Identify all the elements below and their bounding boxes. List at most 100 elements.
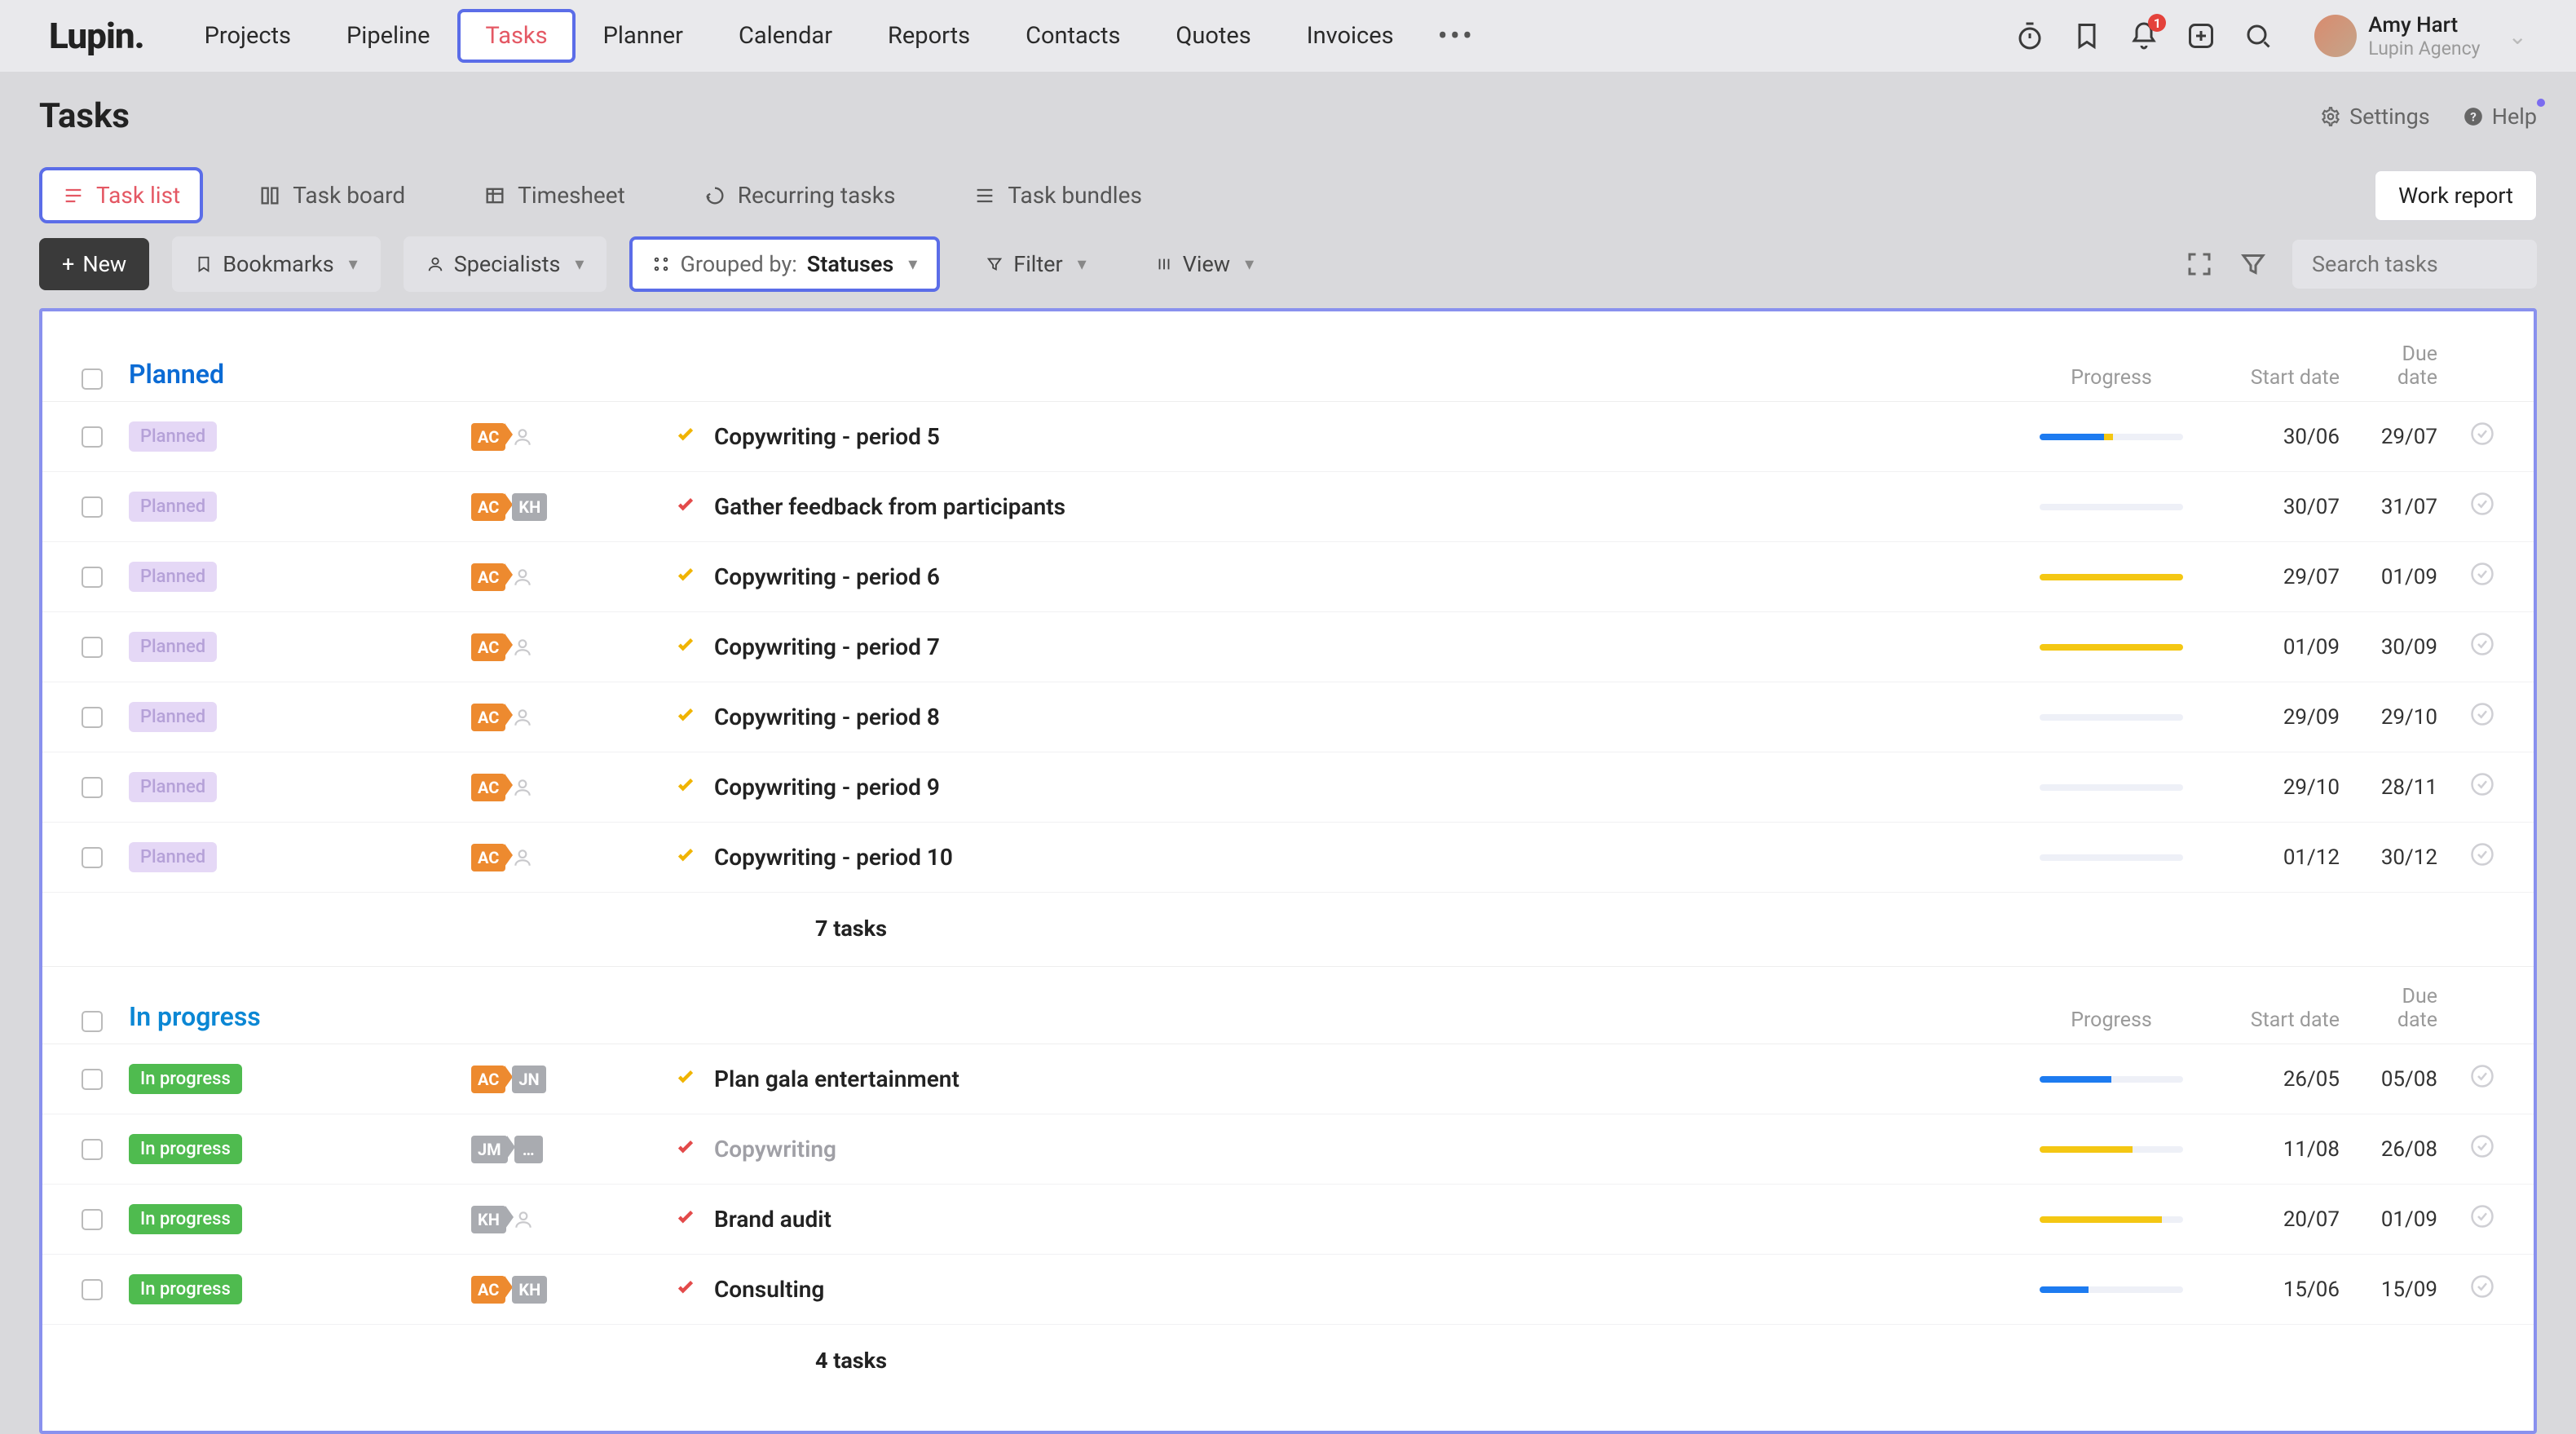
task-row[interactable]: In progressKHBrand audit20/0701/09	[42, 1185, 2534, 1255]
chevron-down-icon: ▾	[908, 254, 917, 275]
row-checkbox[interactable]	[82, 707, 103, 728]
subtab-task-board[interactable]: Task board	[236, 167, 428, 223]
filter-icon[interactable]	[2239, 249, 2268, 279]
person-icon	[512, 637, 533, 658]
expand-icon[interactable]	[2185, 249, 2214, 279]
task-row[interactable]: PlannedACCopywriting - period 929/1028/1…	[42, 752, 2534, 823]
assignee-tag[interactable]: KH	[512, 1276, 547, 1304]
assignee-tag[interactable]: AC	[471, 563, 505, 591]
bookmarks-chip[interactable]: Bookmarks▾	[172, 236, 380, 292]
complete-toggle[interactable]	[2437, 702, 2494, 732]
complete-toggle[interactable]	[2437, 1274, 2494, 1304]
status-badge: Planned	[129, 562, 217, 592]
row-checkbox[interactable]	[82, 847, 103, 868]
new-button[interactable]: +New	[39, 238, 149, 290]
subtab-timesheet[interactable]: Timesheet	[461, 167, 648, 223]
task-row[interactable]: PlannedACCopywriting - period 629/0701/0…	[42, 542, 2534, 612]
complete-toggle[interactable]	[2437, 772, 2494, 802]
assignee-tag[interactable]: KH	[471, 1206, 506, 1233]
assignee-tag[interactable]: KH	[512, 493, 547, 521]
assignee-tag[interactable]: AC	[471, 844, 505, 871]
task-row[interactable]: In progressACKHConsulting15/0615/09	[42, 1255, 2534, 1325]
nav-contacts[interactable]: Contacts	[998, 9, 1148, 63]
complete-toggle[interactable]	[2437, 1204, 2494, 1234]
task-row[interactable]: PlannedACKHGather feedback from particip…	[42, 472, 2534, 542]
work-report-button[interactable]: Work report	[2375, 170, 2537, 221]
nav-pipeline[interactable]: Pipeline	[319, 9, 458, 63]
task-row[interactable]: PlannedACCopywriting - period 701/0930/0…	[42, 612, 2534, 682]
person-icon	[512, 426, 533, 448]
group-name[interactable]: In progress	[129, 1001, 1989, 1032]
search-icon[interactable]	[2241, 19, 2275, 53]
task-row[interactable]: PlannedACCopywriting - period 530/0629/0…	[42, 402, 2534, 472]
row-checkbox[interactable]	[82, 777, 103, 798]
group-checkbox[interactable]	[82, 1011, 103, 1032]
settings-link[interactable]: Settings	[2320, 104, 2430, 130]
task-row[interactable]: In progressJM…Copywriting11/0826/08	[42, 1114, 2534, 1185]
assignee-tag[interactable]: AC	[471, 704, 505, 731]
user-menu[interactable]: Amy Hart Lupin Agency ⌄	[2314, 13, 2527, 60]
help-icon: ?	[2463, 106, 2484, 127]
assignee-tag[interactable]: AC	[471, 1066, 505, 1093]
row-checkbox[interactable]	[82, 567, 103, 588]
complete-toggle[interactable]	[2437, 632, 2494, 662]
timer-icon[interactable]	[2013, 19, 2047, 53]
nav-quotes[interactable]: Quotes	[1148, 9, 1278, 63]
filter-chip[interactable]: Filter▾	[963, 236, 1109, 292]
assignee-tag[interactable]: AC	[471, 774, 505, 801]
nav-planner[interactable]: Planner	[576, 9, 711, 63]
task-row[interactable]: PlannedACCopywriting - period 829/0929/1…	[42, 682, 2534, 752]
nav-tasks[interactable]: Tasks	[457, 9, 575, 63]
checkmark-icon	[675, 493, 696, 514]
task-title: Copywriting - period 9	[714, 774, 1989, 801]
help-link[interactable]: ? Help	[2463, 104, 2537, 130]
assignee-tag[interactable]: AC	[471, 1276, 505, 1304]
complete-toggle[interactable]	[2437, 1134, 2494, 1164]
group-name[interactable]: Planned	[129, 359, 1989, 390]
add-icon[interactable]	[2184, 19, 2218, 53]
grouped-by-chip[interactable]: Grouped by: Statuses ▾	[629, 236, 940, 292]
assignees: ACKH	[471, 493, 675, 521]
nav-calendar[interactable]: Calendar	[711, 9, 860, 63]
subtab-recurring-tasks[interactable]: Recurring tasks	[681, 167, 919, 223]
view-chip[interactable]: View▾	[1132, 236, 1277, 292]
avatar	[2314, 15, 2357, 57]
assignee-tag[interactable]: JN	[512, 1066, 545, 1093]
progress-cell	[1989, 1216, 2234, 1223]
task-row[interactable]: In progressACJNPlan gala entertainment26…	[42, 1044, 2534, 1114]
bookmark-icon[interactable]	[2070, 19, 2104, 53]
group-checkbox[interactable]	[82, 368, 103, 390]
assignee-tag[interactable]: JM	[471, 1136, 508, 1163]
assignee-more[interactable]: …	[514, 1136, 543, 1163]
row-checkbox[interactable]	[82, 637, 103, 658]
nav-more[interactable]: •••	[1422, 19, 1491, 53]
row-checkbox[interactable]	[82, 426, 103, 448]
nav-reports[interactable]: Reports	[860, 9, 998, 63]
subtab-label: Recurring tasks	[738, 182, 896, 209]
complete-toggle[interactable]	[2437, 421, 2494, 452]
complete-toggle[interactable]	[2437, 492, 2494, 522]
complete-toggle[interactable]	[2437, 562, 2494, 592]
subtab-task-bundles[interactable]: Task bundles	[951, 167, 1165, 223]
complete-toggle[interactable]	[2437, 1064, 2494, 1094]
bell-icon[interactable]: 1	[2127, 19, 2161, 53]
complete-toggle[interactable]	[2437, 842, 2494, 872]
assignee-tag[interactable]: AC	[471, 633, 505, 661]
row-checkbox[interactable]	[82, 1209, 103, 1230]
view-label: View	[1183, 251, 1230, 277]
chevron-down-icon: ▾	[575, 254, 584, 275]
status-badge: In progress	[129, 1134, 242, 1164]
row-checkbox[interactable]	[82, 1139, 103, 1160]
specialists-chip[interactable]: Specialists▾	[404, 236, 607, 292]
row-checkbox[interactable]	[82, 1069, 103, 1090]
assignee-tag[interactable]: AC	[471, 423, 505, 451]
search-input[interactable]	[2292, 240, 2537, 289]
checkmark-icon	[675, 1136, 696, 1157]
nav-invoices[interactable]: Invoices	[1279, 9, 1422, 63]
nav-projects[interactable]: Projects	[177, 9, 319, 63]
assignee-tag[interactable]: AC	[471, 493, 505, 521]
task-row[interactable]: PlannedACCopywriting - period 1001/1230/…	[42, 823, 2534, 893]
row-checkbox[interactable]	[82, 496, 103, 518]
subtab-task-list[interactable]: Task list	[39, 167, 203, 223]
row-checkbox[interactable]	[82, 1279, 103, 1300]
